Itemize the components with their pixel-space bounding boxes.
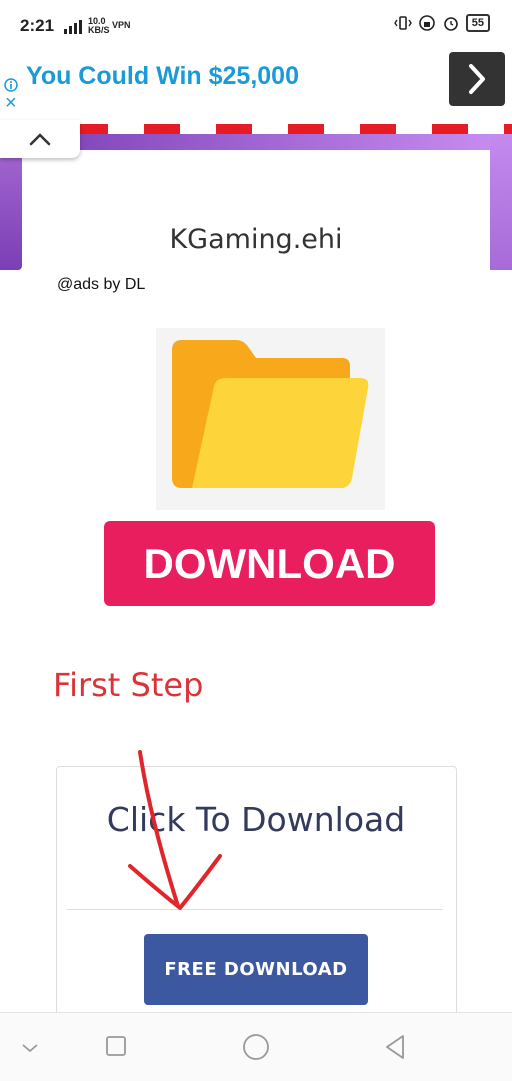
page-title: KGaming.ehi (169, 224, 343, 255)
ad-headline[interactable]: You Could Win $25,000 (26, 62, 299, 91)
first-step-label: First Step (53, 666, 204, 704)
chevron-down-icon[interactable] (20, 1041, 40, 1055)
chevron-up-icon (29, 133, 51, 146)
network-speed: 10.0 KB/S (88, 17, 110, 35)
signal-icon (64, 20, 82, 34)
ad-info-icon[interactable] (4, 78, 18, 92)
status-time: 2:21 (20, 16, 55, 35)
chevron-right-icon (469, 64, 485, 94)
free-download-button[interactable]: FREE DOWNLOAD (144, 934, 368, 1005)
battery-indicator: 55 (465, 14, 490, 32)
navigation-bar (0, 1012, 512, 1081)
back-button-icon[interactable] (383, 1034, 407, 1060)
purple-banner-top (22, 132, 490, 150)
network-speed-unit: KB/S (88, 25, 110, 35)
folder-image (156, 328, 385, 510)
recents-button-icon[interactable] (105, 1035, 127, 1057)
ads-by-label: @ads by DL (57, 276, 146, 293)
folder-icon (172, 340, 369, 488)
download-image-button[interactable]: DOWNLOAD (104, 521, 435, 606)
status-bar: 2:21 10.0 KB/S VPN 55 (0, 0, 512, 56)
lock-rotation-icon (418, 15, 435, 31)
alarm-icon (443, 17, 458, 31)
collapse-ad-button[interactable] (0, 120, 80, 158)
vpn-indicator: VPN (112, 20, 131, 30)
red-arrow-annotation (128, 750, 222, 910)
status-right-icons: 55 (393, 14, 490, 32)
ad-open-button[interactable] (449, 52, 505, 106)
ad-close-button[interactable]: × (5, 93, 17, 113)
content-card (22, 150, 490, 280)
click-to-download-heading: Click To Download (106, 800, 406, 839)
vibrate-icon (393, 16, 412, 30)
home-button-icon[interactable] (242, 1033, 270, 1061)
